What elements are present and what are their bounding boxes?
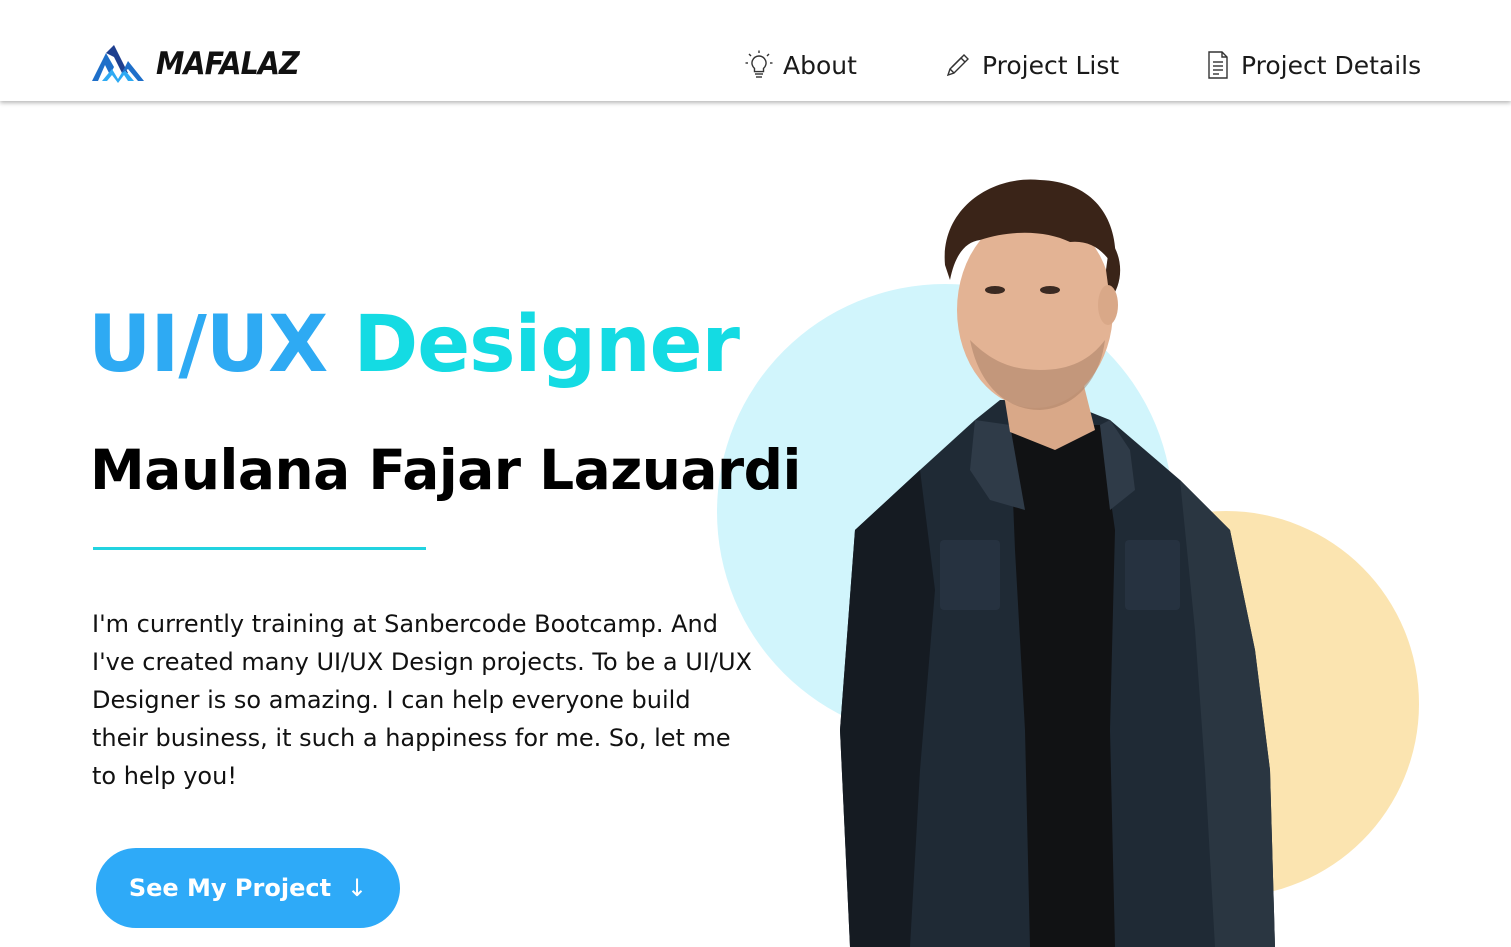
hero-title-part1: UI/UX — [88, 300, 328, 390]
profile-photo — [840, 179, 1275, 947]
nav-project-details[interactable]: Project Details — [1205, 45, 1421, 85]
logo-text: MAFALAZ — [156, 46, 300, 82]
cta-label: See My Project — [128, 874, 332, 902]
top-navbar: MAFALAZ About Project List Project Detai… — [0, 0, 1511, 101]
arrow-down-icon: ↓ — [347, 874, 368, 902]
nav-project-list-label: Project List — [982, 50, 1120, 80]
nav-project-details-label: Project Details — [1241, 50, 1422, 80]
nav-about[interactable]: About — [745, 45, 857, 85]
nav-project-list[interactable]: Project List — [944, 45, 1119, 85]
logo-mountain-icon — [92, 45, 144, 83]
hero-name: Maulana Fajar Lazuardi — [90, 438, 801, 502]
document-icon — [1208, 51, 1228, 79]
see-my-project-button[interactable]: See My Project ↓ — [96, 848, 400, 928]
pencil-icon — [946, 54, 969, 77]
lightbulb-icon — [745, 50, 773, 78]
nav-about-label: About — [783, 50, 857, 80]
hero-title: UI/UX Designer — [88, 290, 740, 400]
brand-logo[interactable]: MAFALAZ — [92, 42, 311, 86]
hero-description: I'm currently training at Sanbercode Boo… — [92, 610, 752, 790]
title-divider — [93, 547, 426, 550]
hero-title-part2: Designer — [353, 300, 740, 390]
